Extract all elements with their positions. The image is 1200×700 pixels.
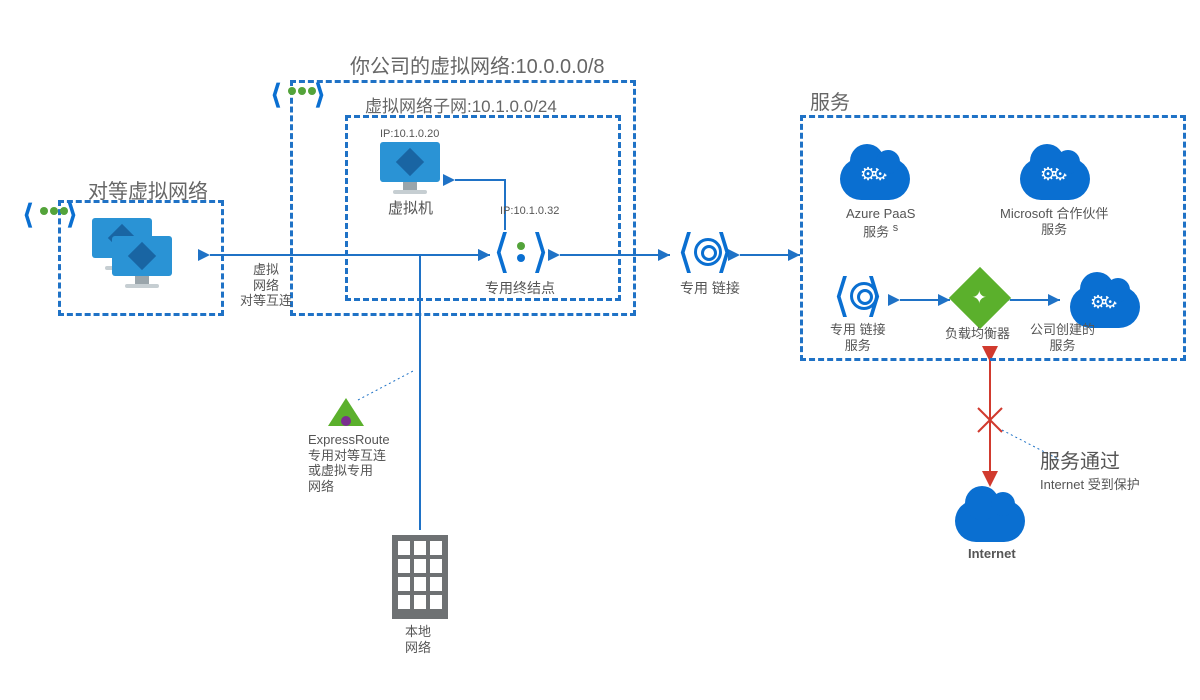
text: 本地 — [405, 624, 431, 639]
partner-label: Microsoft 合作伙伴 服务 — [1000, 206, 1108, 237]
text: 对等互连 — [240, 293, 292, 308]
text: 服务通过 — [1040, 451, 1120, 473]
private-endpoint-icon: ⟨ ⟩ — [488, 228, 554, 278]
text: 或虚拟专用 — [308, 463, 373, 478]
services-title: 服务 — [810, 86, 850, 115]
private-link-label: 专用 链接 — [680, 280, 740, 297]
vnet-peering-icon: ⟨⟩ — [268, 78, 328, 104]
vm-label: 虚拟机 — [388, 200, 433, 218]
gears-icon: ⚙⚙ — [1090, 292, 1114, 313]
vnet-peering-edge-label: 虚拟 网络 对等互连 — [240, 262, 292, 309]
gears-icon: ⚙⚙ — [1040, 164, 1064, 185]
internet-protected-note: 服务通过 Internet 受到保护 — [1040, 445, 1140, 493]
text: 公司创建的 — [1030, 322, 1095, 337]
peered-vm-icon-front — [112, 236, 172, 290]
expressroute-icon — [328, 398, 364, 426]
partner-cloud-icon: ⚙⚙ — [1020, 158, 1090, 200]
company-service-label: 公司创建的 服务 — [1030, 322, 1095, 353]
internet-cloud-icon — [955, 500, 1025, 542]
private-link-service-icon: ⟨⟩ — [828, 272, 888, 322]
text: 网络 — [405, 640, 431, 655]
internet-label: Internet — [968, 546, 1016, 562]
private-link-icon: ⟨⟩ — [672, 228, 738, 278]
company-vnet-title: 你公司的虚拟网络:10.0.0.0/8 — [350, 50, 605, 79]
diagram-canvas: 你公司的虚拟网络:10.0.0.0/8 ⟨⟩ 虚拟网络子网:10.1.0.0/2… — [0, 0, 1200, 700]
vm-icon — [380, 142, 440, 196]
text: ExpressRoute — [308, 432, 390, 447]
subnet-title: 虚拟网络子网:10.1.0.0/24 — [365, 92, 557, 117]
pls-label: 专用 链接 服务 — [830, 322, 886, 353]
text: 服务 — [1041, 222, 1067, 237]
text: 专用 链接 — [830, 322, 886, 337]
azure-paas-cloud-icon: ⚙⚙ — [840, 158, 910, 200]
text: Internet 受到保护 — [1040, 477, 1140, 492]
onprem-label: 本地 网络 — [405, 624, 431, 655]
text: 服务 — [863, 224, 889, 239]
text: 网络 — [253, 278, 279, 293]
text: 专用对等互连 — [308, 448, 386, 463]
expressroute-label: ExpressRoute 专用对等互连 或虚拟专用 网络 — [308, 432, 390, 494]
gears-icon: ⚙⚙ — [860, 164, 884, 185]
onprem-building-icon — [392, 535, 448, 619]
load-balancer-label: 负载均衡器 — [945, 326, 1010, 342]
text: Microsoft 合作伙伴 — [1000, 206, 1108, 221]
private-endpoint-ip: IP:10.1.0.32 — [500, 205, 559, 217]
text: 虚拟 — [253, 262, 279, 277]
superscript: s — [893, 222, 898, 234]
text: 服务 — [1050, 338, 1076, 353]
vm-ip: IP:10.1.0.20 — [380, 128, 439, 140]
text: Azure PaaS — [846, 206, 915, 221]
text: 网络 — [308, 479, 334, 494]
vnet-peering-icon-2: ⟨⟩ — [20, 198, 80, 224]
text: 服务 — [845, 338, 871, 353]
azure-paas-label: Azure PaaS 服务 s — [846, 206, 915, 240]
private-endpoint-label: 专用终结点 — [485, 280, 555, 297]
